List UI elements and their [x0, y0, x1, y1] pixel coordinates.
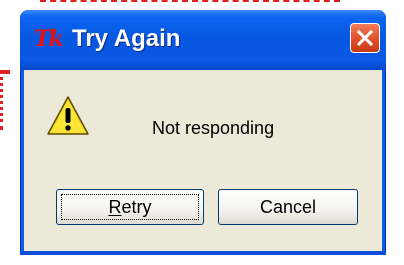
background-window-dots: [0, 70, 7, 130]
dialog-window: Tk Try Again Not responding Retry Cancel: [20, 10, 386, 255]
retry-mnemonic: R: [108, 197, 122, 217]
retry-button[interactable]: Retry: [56, 189, 204, 225]
tk-app-icon: Tk: [34, 26, 64, 52]
window-bottom-border: [20, 251, 386, 255]
close-button[interactable]: [350, 23, 380, 53]
title-bar[interactable]: Tk Try Again: [20, 10, 386, 70]
background-window-edge: [40, 0, 340, 6]
cancel-button[interactable]: Cancel: [218, 189, 358, 225]
warning-icon: [47, 96, 89, 135]
dialog-message: Not responding: [152, 118, 275, 138]
close-icon: [356, 29, 374, 47]
dialog-body: Not responding Retry Cancel: [24, 70, 382, 251]
dialog-title: Try Again: [72, 25, 181, 52]
focus-ring: [61, 194, 199, 220]
